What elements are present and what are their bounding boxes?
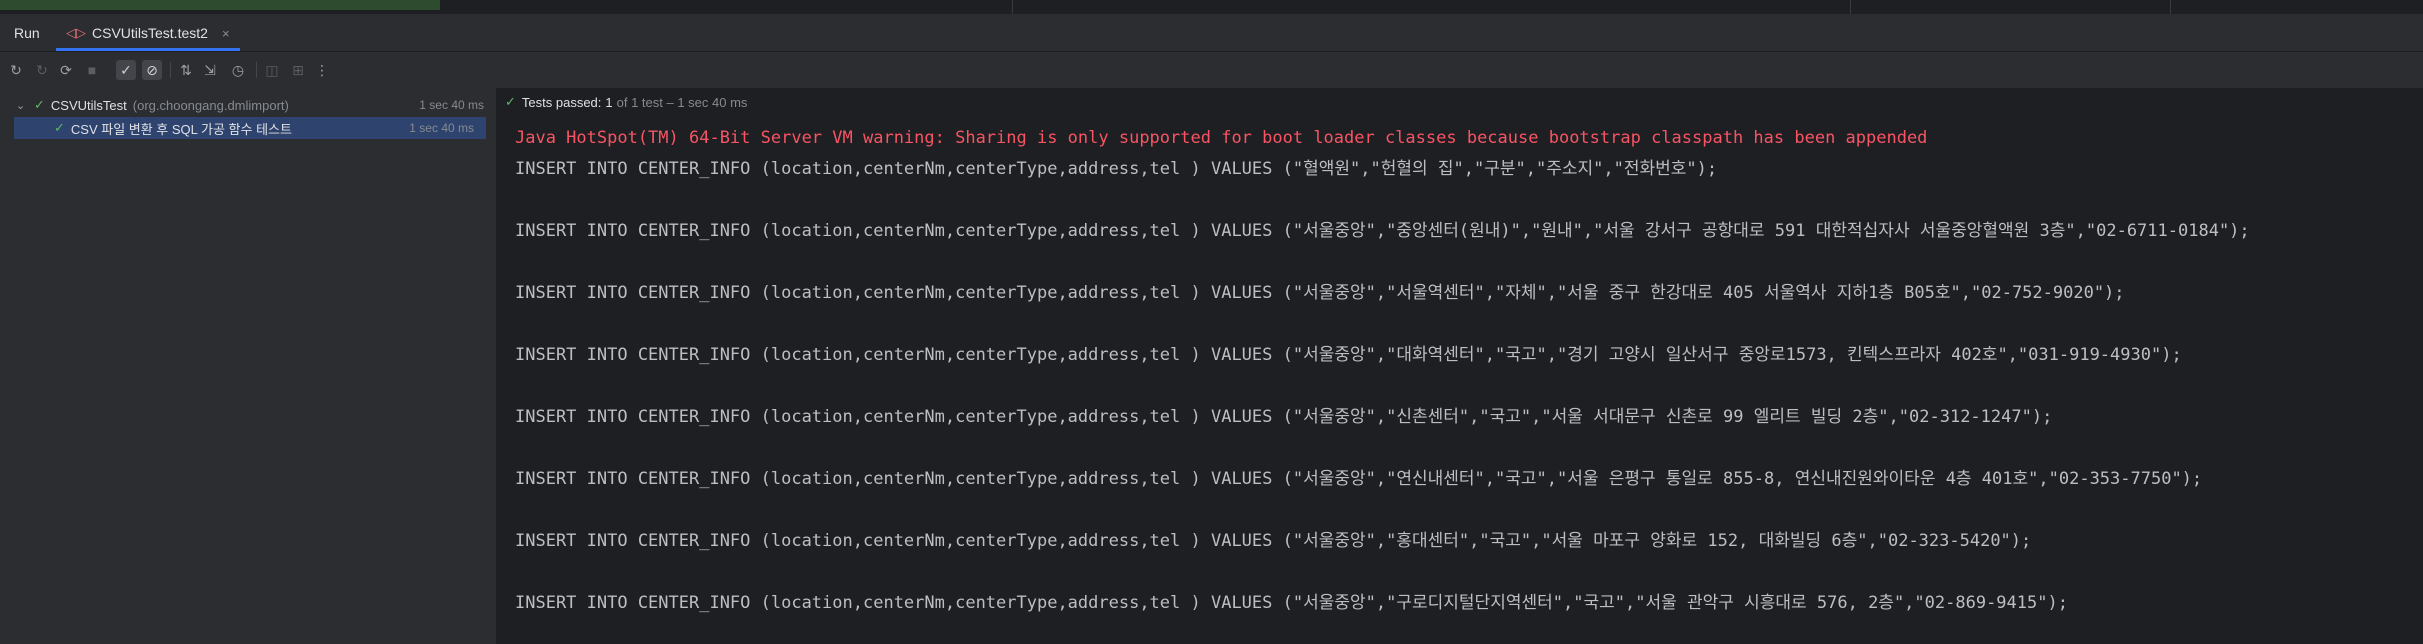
toolbar-separator [256, 62, 257, 78]
test-run-icon: ◁▷ [66, 25, 86, 40]
console-line: INSERT INTO CENTER_INFO (location,center… [515, 221, 2250, 241]
status-label: Tests passed: [521, 94, 602, 110]
toolbar-separator [170, 62, 171, 78]
show-ignored-icon[interactable]: ⊘ [142, 60, 162, 80]
test-status-bar: ✓ Tests passed: 1 of 1 test – 1 sec 40 m… [497, 88, 2423, 116]
rerun-failed-icon[interactable]: ↻ [32, 60, 52, 80]
test-tree-root[interactable]: ⌄ ✓ CSVUtilsTest (org.choongang.dmlimpor… [0, 94, 496, 116]
test-method-name: CSV 파일 변환 후 SQL 가공 함수 테스트 [70, 121, 292, 137]
rerun-icon[interactable]: ↻ [6, 60, 26, 80]
check-icon: ✓ [54, 120, 65, 135]
status-detail: of 1 test – 1 sec 40 ms [616, 94, 748, 110]
console-line: INSERT INTO CENTER_INFO (location,center… [515, 283, 2125, 303]
tab-csvutilstest-test2[interactable]: ◁▷ CSVUtilsTest.test2 × [56, 15, 240, 51]
console-line: INSERT INTO CENTER_INFO (location,center… [515, 469, 2203, 489]
top-editor-strip [0, 0, 2423, 15]
stop-icon[interactable]: ■ [82, 60, 102, 80]
active-tab-indicator [56, 48, 240, 51]
chevron-down-icon[interactable]: ⌄ [16, 99, 25, 112]
console-line: INSERT INTO CENTER_INFO (location,center… [515, 593, 2068, 613]
run-toolbar: ↻ ↻ ⟳ ■ ✓ ⊘ ⇅ ⇲ ◷ ◫ ⊞ ⋮ [0, 52, 2423, 88]
test-duration: 1 sec 40 ms [409, 121, 474, 135]
more-icon[interactable]: ⋮ [312, 60, 332, 80]
divider [1012, 0, 1013, 14]
test-package-name: (org.choongang.dmlimport) [132, 97, 289, 113]
test-class-name: CSVUtilsTest [50, 97, 127, 113]
status-count: 1 [605, 94, 613, 110]
check-icon: ✓ [505, 94, 516, 109]
tab-label: CSVUtilsTest.test2 [92, 25, 208, 41]
console-line: INSERT INTO CENTER_INFO (location,center… [515, 159, 1718, 179]
sort-alpha-icon[interactable]: ⇅ [176, 60, 196, 80]
divider [1850, 0, 1851, 14]
gutter-highlight [0, 0, 440, 10]
sort-duration-icon[interactable]: ⇲ [200, 60, 220, 80]
show-passed-icon[interactable]: ✓ [116, 60, 136, 80]
camera-icon[interactable]: ◫ [262, 60, 282, 80]
console-line: INSERT INTO CENTER_INFO (location,center… [515, 345, 2182, 365]
run-tool-window-header: Run ◁▷ CSVUtilsTest.test2 × [0, 15, 2423, 52]
test-duration: 1 sec 40 ms [419, 98, 484, 112]
test-tree-panel: ⌄ ✓ CSVUtilsTest (org.choongang.dmlimpor… [0, 88, 497, 644]
run-panel-title: Run [14, 25, 40, 41]
test-tree-child[interactable]: ✓ CSV 파일 변환 후 SQL 가공 함수 테스트 1 sec 40 ms [14, 117, 486, 139]
divider [2170, 0, 2171, 14]
check-icon: ✓ [34, 97, 45, 112]
console-line: INSERT INTO CENTER_INFO (location,center… [515, 407, 2053, 427]
toggle-auto-test-icon[interactable]: ⟳ [56, 60, 76, 80]
close-icon[interactable]: × [222, 26, 230, 41]
console-panel: ✓ Tests passed: 1 of 1 test – 1 sec 40 m… [497, 88, 2423, 644]
console-line: INSERT INTO CENTER_INFO (location,center… [515, 531, 2032, 551]
history-icon[interactable]: ◷ [228, 60, 248, 80]
export-icon[interactable]: ⊞ [288, 60, 308, 80]
console-warning-line: Java HotSpot(TM) 64-Bit Server VM warnin… [515, 128, 1928, 148]
